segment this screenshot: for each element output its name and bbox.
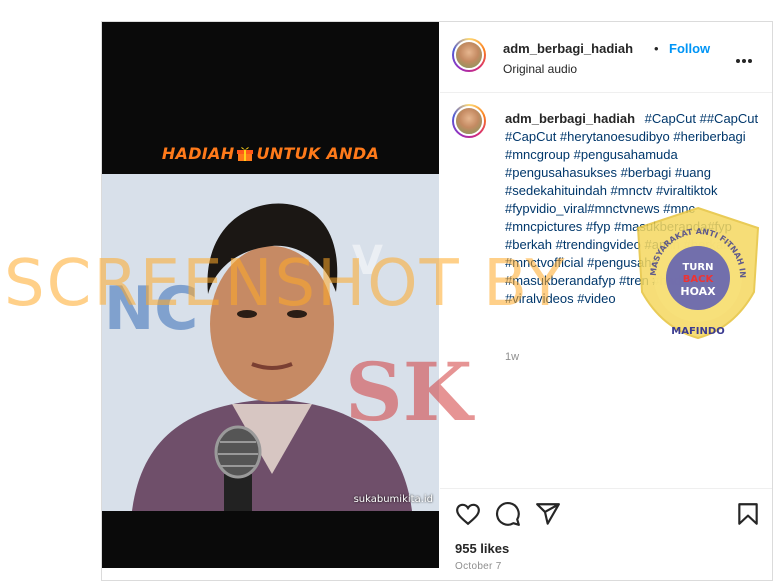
svg-text:V: V <box>352 238 383 284</box>
likes-count[interactable]: 955 likes <box>455 541 509 556</box>
svg-text:NC: NC <box>104 274 198 344</box>
video-frame: NC V sukabumikita.id <box>102 174 439 511</box>
overlay-title-left: HADIAH <box>161 144 235 163</box>
badge-mafindo: MAFINDO <box>671 326 724 337</box>
badge-back: BACK <box>683 274 715 285</box>
more-options-icon[interactable] <box>736 50 756 63</box>
badge-hoax: HOAX <box>680 285 716 298</box>
comment-icon[interactable] <box>495 501 521 527</box>
follow-button[interactable]: Follow <box>669 41 710 56</box>
author-username[interactable]: adm_berbagi_hadiah <box>503 41 633 56</box>
overlay-title-right: UNTUK ANDA <box>256 144 380 163</box>
sk-watermark: SK <box>345 345 473 439</box>
media-credit: sukabumikita.id <box>353 494 433 505</box>
share-icon[interactable] <box>535 501 561 527</box>
caption-avatar[interactable] <box>452 104 486 138</box>
post-header: adm_berbagi_hadiah • Follow Original aud… <box>440 22 772 93</box>
original-audio-link[interactable]: Original audio <box>503 62 577 76</box>
header-separator: • <box>654 41 659 56</box>
gift-icon <box>237 147 254 161</box>
speaker-portrait: NC V <box>102 174 439 511</box>
caption-username[interactable]: adm_berbagi_hadiah <box>505 111 635 126</box>
bookmark-icon[interactable] <box>735 501 761 527</box>
post-date: October 7 <box>455 561 502 572</box>
mafindo-badge: MASYARAKAT ANTI FITNAH INDONESIA TURN BA… <box>634 206 760 340</box>
video-overlay-title: HADIAH UNTUK ANDA <box>102 144 439 163</box>
action-bar <box>440 488 772 539</box>
heart-icon[interactable] <box>455 501 481 527</box>
post-age[interactable]: 1w <box>505 351 519 363</box>
badge-turn: TURN <box>682 262 713 273</box>
author-avatar[interactable] <box>452 38 486 72</box>
post-video[interactable]: HADIAH UNTUK ANDA NC V sukabumikita.id <box>102 22 439 568</box>
